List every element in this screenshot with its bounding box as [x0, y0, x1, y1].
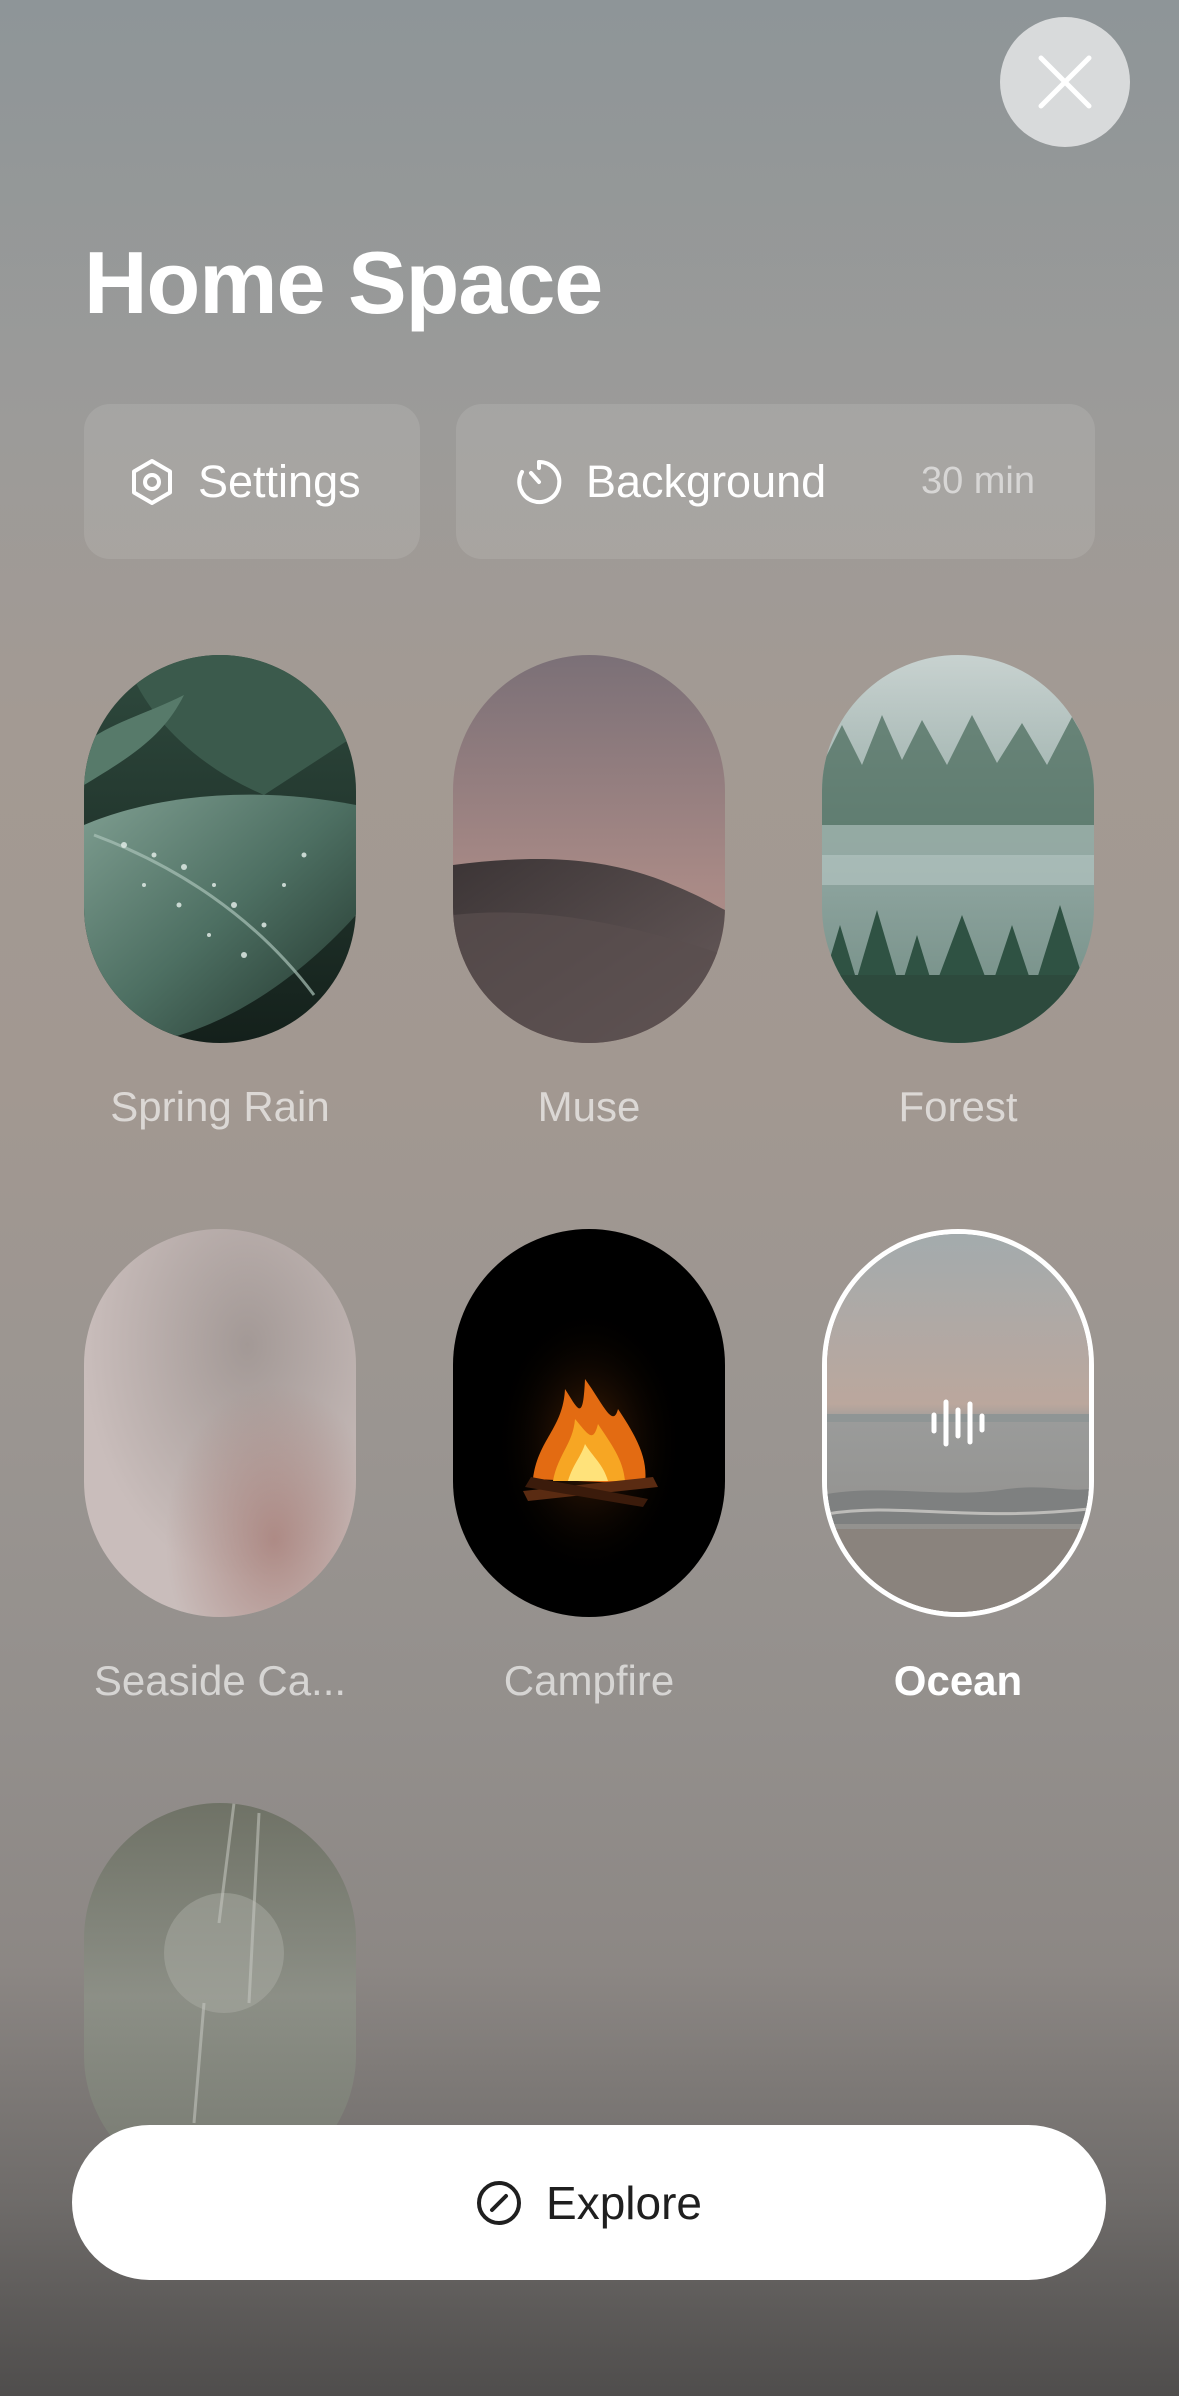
campfire-thumbnail	[453, 1229, 725, 1617]
sound-tile-ocean[interactable]: Ocean	[822, 1229, 1094, 1705]
sound-name: Ocean	[893, 1657, 1023, 1704]
sound-name: Campfire	[503, 1657, 675, 1704]
ocean-thumbnail	[822, 1229, 1094, 1617]
background-label: Background	[586, 455, 827, 507]
seaside-cafe-thumbnail	[84, 1229, 356, 1617]
sound-name: Forest	[898, 1083, 1018, 1130]
waveform-icon	[931, 1399, 985, 1447]
sound-name: Seaside Ca...	[93, 1657, 347, 1704]
spring-rain-thumbnail	[84, 655, 356, 1043]
sound-tile-campfire[interactable]: Campfire	[453, 1229, 725, 1705]
gear-hexagon-icon	[132, 458, 172, 505]
compass-icon	[477, 2180, 522, 2225]
timer-icon	[517, 459, 562, 504]
sound-name: Muse	[537, 1083, 641, 1130]
sound-tile-muse[interactable]: Muse	[453, 655, 725, 1131]
close-button[interactable]	[1000, 17, 1130, 147]
settings-label: Settings	[198, 455, 361, 507]
sound-name: Spring Rain	[110, 1083, 330, 1130]
page-title: Home Space	[84, 233, 603, 332]
settings-button[interactable]: Settings	[84, 404, 420, 559]
background-timer-button[interactable]: Background 30 min	[456, 404, 1095, 559]
close-icon	[1038, 55, 1092, 109]
sound-tile-spring-rain[interactable]: Spring Rain	[84, 655, 356, 1131]
explore-label: Explore	[546, 2176, 702, 2229]
background-duration: 30 min	[920, 460, 1035, 502]
muse-thumbnail	[453, 655, 725, 1043]
forest-thumbnail	[822, 655, 1094, 1043]
sound-tile-seaside-cafe[interactable]: Seaside Ca...	[84, 1229, 356, 1705]
explore-button[interactable]: Explore	[72, 2125, 1106, 2280]
sound-tile-forest[interactable]: Forest	[822, 655, 1094, 1131]
